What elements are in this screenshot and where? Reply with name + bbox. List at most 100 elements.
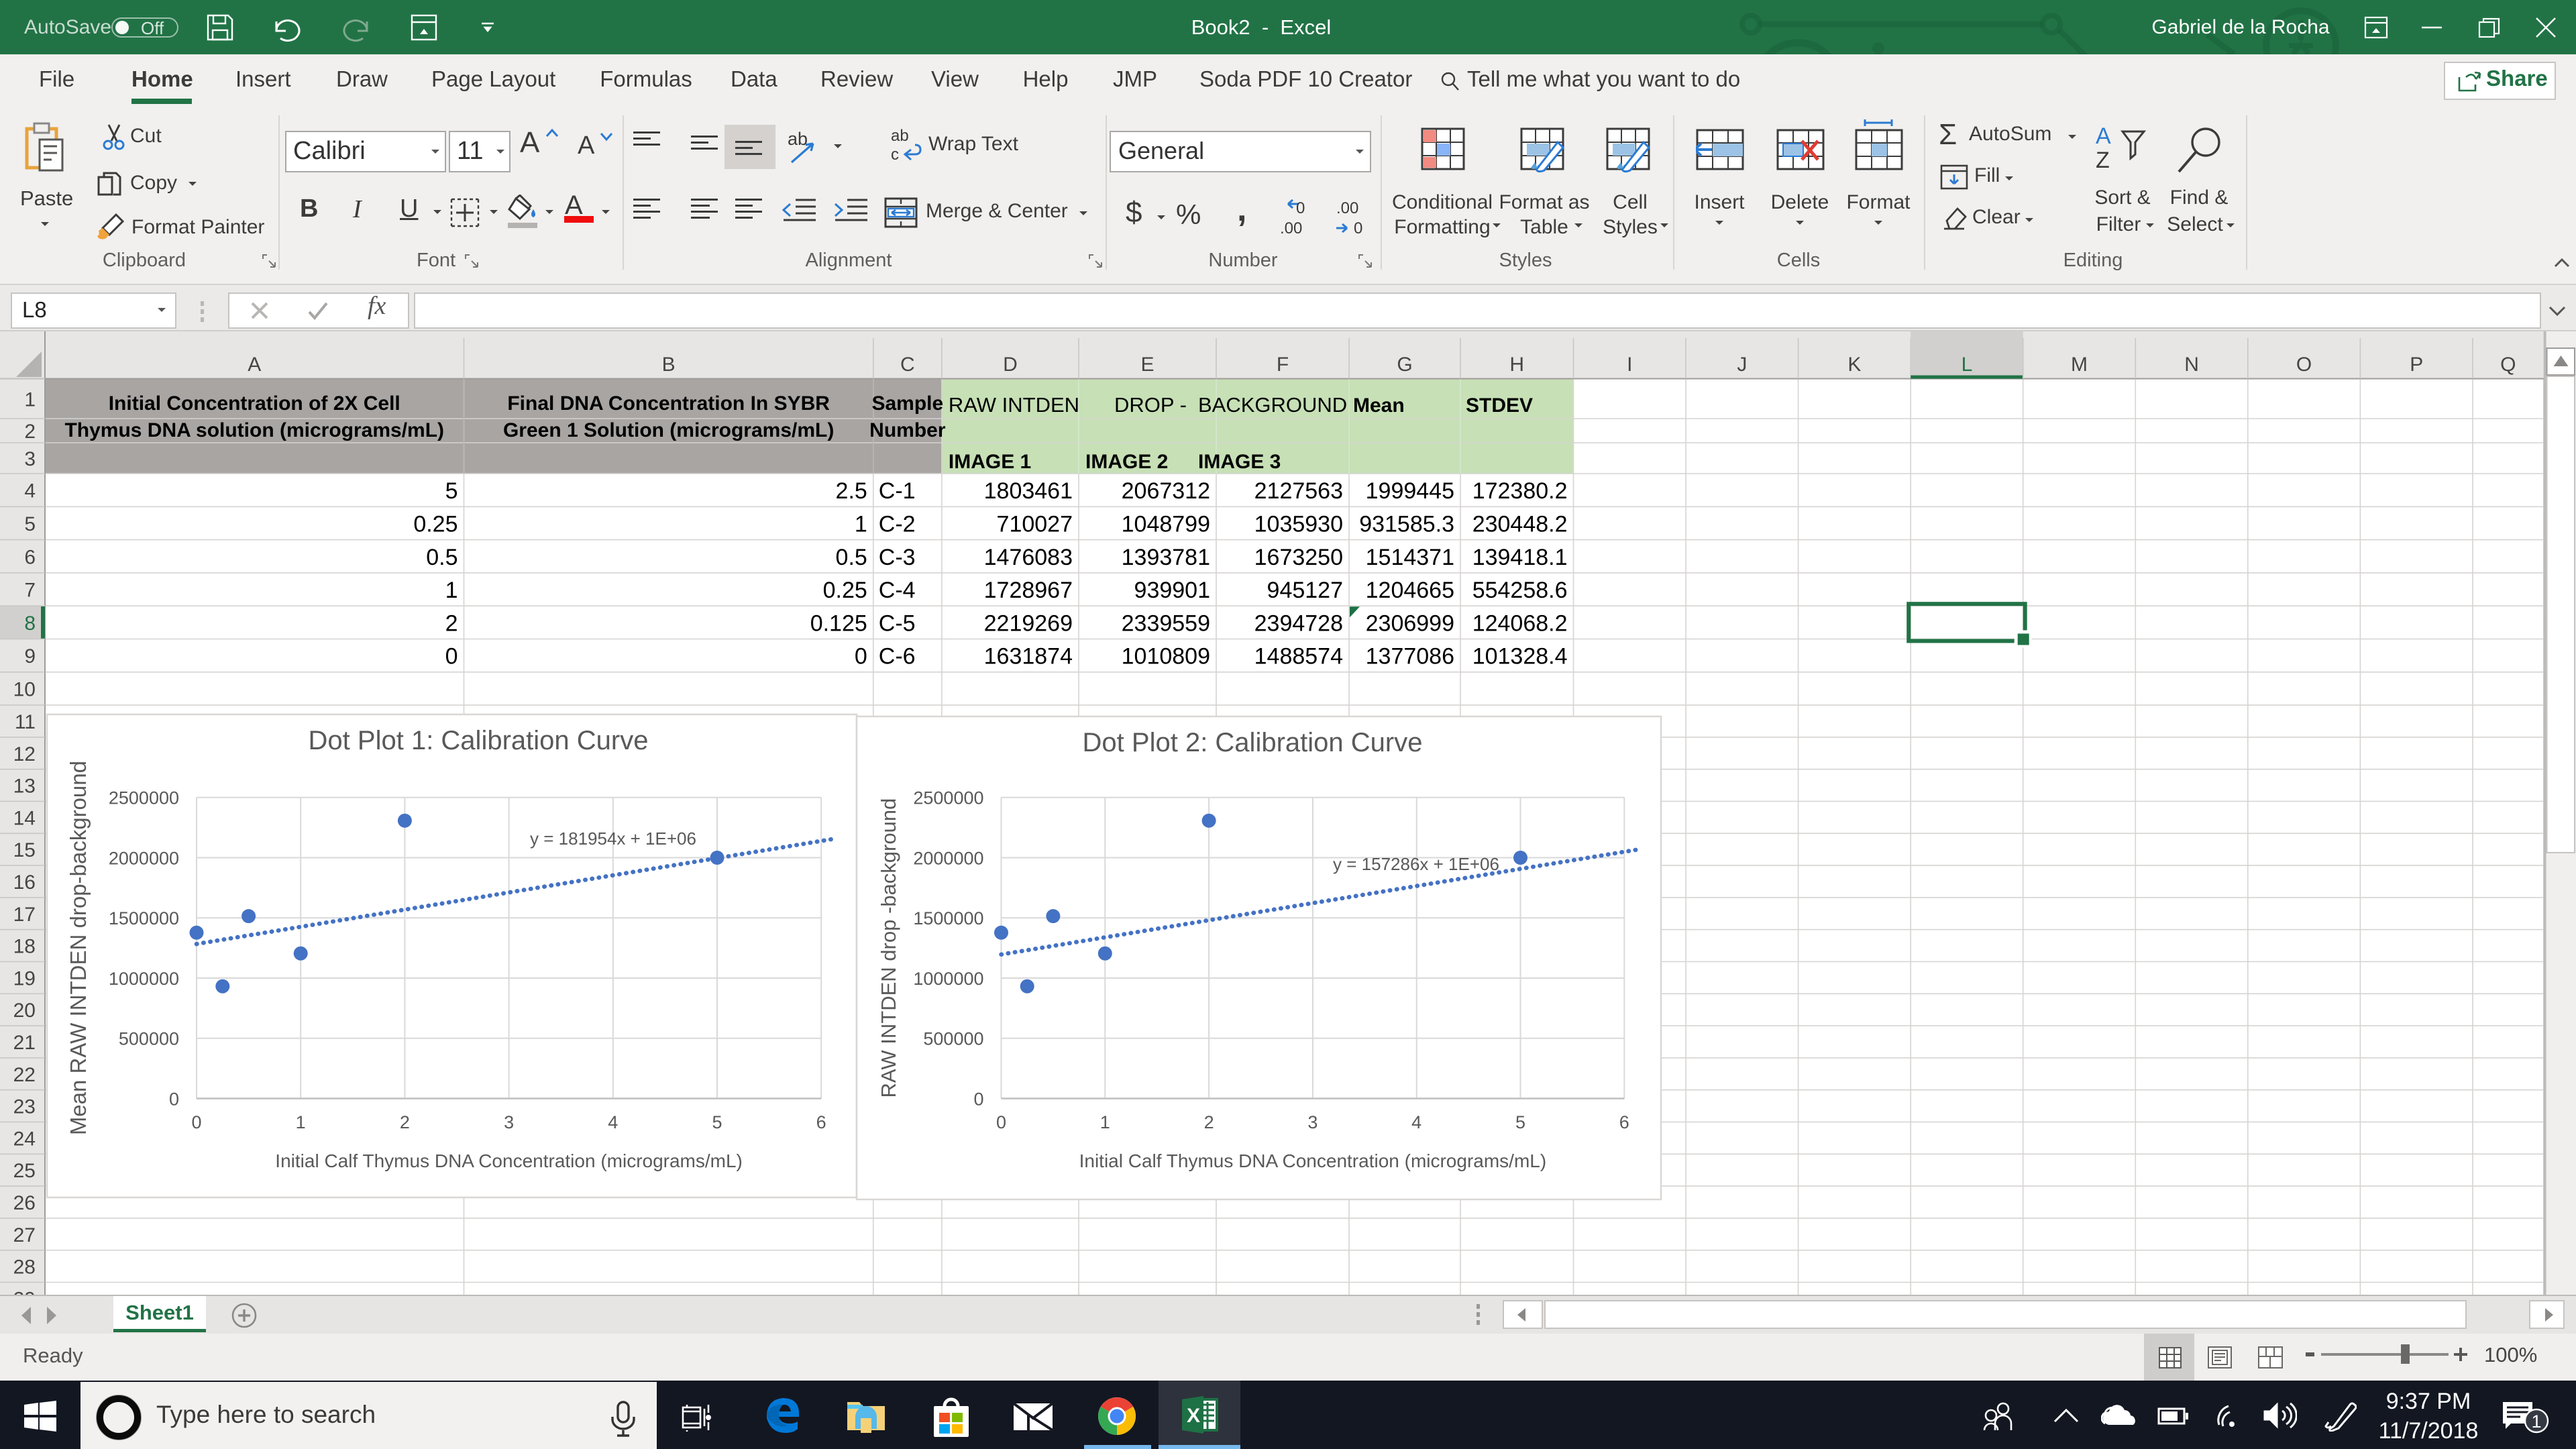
svg-text:11: 11: [15, 711, 36, 733]
svg-text:2: 2: [1204, 1112, 1214, 1132]
svg-text:Q: Q: [2500, 354, 2516, 376]
svg-text:1035930: 1035930: [1254, 512, 1343, 537]
svg-text:C-5: C-5: [879, 610, 916, 636]
svg-text:24: 24: [13, 1128, 36, 1150]
svg-text:3: 3: [24, 448, 36, 470]
svg-text:1204665: 1204665: [1366, 578, 1454, 603]
svg-text:0.5: 0.5: [836, 545, 867, 570]
svg-text:2219269: 2219269: [984, 610, 1073, 636]
svg-text:0: 0: [169, 1089, 179, 1110]
svg-text:500000: 500000: [119, 1029, 179, 1049]
svg-text:y = 157286x + 1E+06: y = 157286x + 1E+06: [1333, 854, 1499, 874]
svg-text:1803461: 1803461: [984, 478, 1073, 504]
svg-text:2067312: 2067312: [1122, 478, 1210, 504]
svg-text:1514371: 1514371: [1366, 545, 1454, 570]
svg-text:139418.1: 139418.1: [1472, 545, 1568, 570]
svg-text:Initial Calf Thymus DNA Concen: Initial Calf Thymus DNA Concentration (m…: [1079, 1150, 1547, 1171]
svg-text:939901: 939901: [1134, 578, 1210, 603]
svg-text:C-1: C-1: [879, 478, 916, 504]
svg-text:230448.2: 230448.2: [1472, 512, 1568, 537]
svg-text:1488574: 1488574: [1254, 644, 1343, 669]
svg-text:1: 1: [445, 578, 458, 603]
svg-text:1500000: 1500000: [109, 908, 179, 928]
svg-text:22: 22: [13, 1064, 36, 1086]
svg-text:13: 13: [13, 775, 36, 798]
svg-text:2000000: 2000000: [913, 848, 983, 868]
svg-text:F: F: [1277, 354, 1289, 376]
svg-text:25: 25: [13, 1160, 36, 1182]
svg-text:L: L: [1962, 354, 1973, 376]
svg-text:10: 10: [13, 678, 36, 700]
svg-text:945127: 945127: [1267, 578, 1343, 603]
svg-text:2500000: 2500000: [913, 788, 983, 808]
svg-text:26: 26: [13, 1192, 36, 1214]
svg-text:20: 20: [13, 1000, 36, 1022]
svg-text:X: X: [1187, 1405, 1200, 1427]
svg-text:0: 0: [855, 644, 867, 669]
svg-text:H: H: [1509, 354, 1524, 376]
svg-text:1393781: 1393781: [1122, 545, 1210, 570]
svg-text:1: 1: [24, 388, 36, 411]
svg-text:554258.6: 554258.6: [1472, 578, 1568, 603]
svg-text:ab: ab: [891, 127, 909, 145]
svg-text:I: I: [1627, 354, 1632, 376]
svg-text:C-4: C-4: [879, 578, 916, 603]
svg-text:5: 5: [1515, 1112, 1525, 1132]
svg-text:IMAGE 2: IMAGE 2: [1085, 451, 1168, 473]
svg-text:1673250: 1673250: [1254, 545, 1343, 570]
svg-text:2127563: 2127563: [1254, 478, 1343, 504]
svg-text:5: 5: [445, 478, 458, 504]
svg-text:3: 3: [504, 1112, 514, 1132]
svg-text:G: G: [1397, 354, 1412, 376]
svg-text:Dot Plot 1: Calibration Curve: Dot Plot 1: Calibration Curve: [309, 726, 649, 755]
svg-text:0: 0: [445, 644, 458, 669]
svg-text:4: 4: [24, 480, 36, 502]
svg-text:Initial Concentration of 2X Ce: Initial Concentration of 2X Cell: [109, 392, 400, 415]
svg-text:C-6: C-6: [879, 644, 916, 669]
svg-text:Mean RAW INTDEN drop-backgroun: Mean RAW INTDEN drop-background: [66, 761, 91, 1135]
svg-text:DROP -: DROP -: [1114, 393, 1187, 417]
svg-text:Mean: Mean: [1353, 394, 1405, 417]
svg-text:1010809: 1010809: [1122, 644, 1210, 669]
svg-text:4: 4: [1411, 1112, 1421, 1132]
svg-text:O: O: [2296, 354, 2312, 376]
svg-text:7: 7: [24, 580, 36, 602]
svg-text:6: 6: [24, 546, 36, 568]
svg-text:Number: Number: [869, 419, 946, 441]
svg-text:B: B: [662, 354, 676, 376]
svg-text:1: 1: [296, 1112, 306, 1132]
svg-text:E: E: [1140, 354, 1154, 376]
svg-text:IMAGE 3: IMAGE 3: [1198, 451, 1281, 473]
svg-text:RAW INTDEN: RAW INTDEN: [949, 393, 1079, 417]
svg-text:8: 8: [24, 612, 36, 635]
svg-text:Dot Plot 2: Calibration Curve: Dot Plot 2: Calibration Curve: [1083, 728, 1423, 757]
svg-text:1000000: 1000000: [109, 969, 179, 989]
svg-text:M: M: [2071, 354, 2088, 376]
svg-text:Z: Z: [2096, 148, 2110, 172]
svg-text:0.25: 0.25: [823, 578, 867, 603]
svg-text:1: 1: [2531, 1411, 2541, 1432]
svg-text:IMAGE 1: IMAGE 1: [949, 451, 1031, 473]
svg-text:172380.2: 172380.2: [1472, 478, 1568, 504]
svg-text:2000000: 2000000: [109, 848, 179, 868]
svg-text:A: A: [248, 354, 261, 376]
svg-text:C-2: C-2: [879, 512, 916, 537]
svg-text:3: 3: [1307, 1112, 1318, 1132]
svg-text:.00: .00: [1336, 199, 1358, 217]
svg-text:29: 29: [13, 1288, 36, 1295]
svg-text:0: 0: [191, 1112, 201, 1132]
svg-text:Sample: Sample: [871, 392, 943, 415]
svg-text:2: 2: [400, 1112, 410, 1132]
svg-text:28: 28: [13, 1256, 36, 1279]
svg-text:.00: .00: [1280, 219, 1302, 237]
svg-text:2306999: 2306999: [1366, 610, 1454, 636]
svg-text:5: 5: [712, 1112, 722, 1132]
svg-text:17: 17: [13, 904, 36, 926]
svg-text:C: C: [900, 354, 915, 376]
svg-text:2: 2: [445, 610, 458, 636]
svg-text:101328.4: 101328.4: [1472, 644, 1568, 669]
svg-text:931585.3: 931585.3: [1359, 512, 1454, 537]
svg-text:1048799: 1048799: [1122, 512, 1210, 537]
svg-text:0: 0: [996, 1112, 1006, 1132]
svg-text:18: 18: [13, 936, 36, 958]
